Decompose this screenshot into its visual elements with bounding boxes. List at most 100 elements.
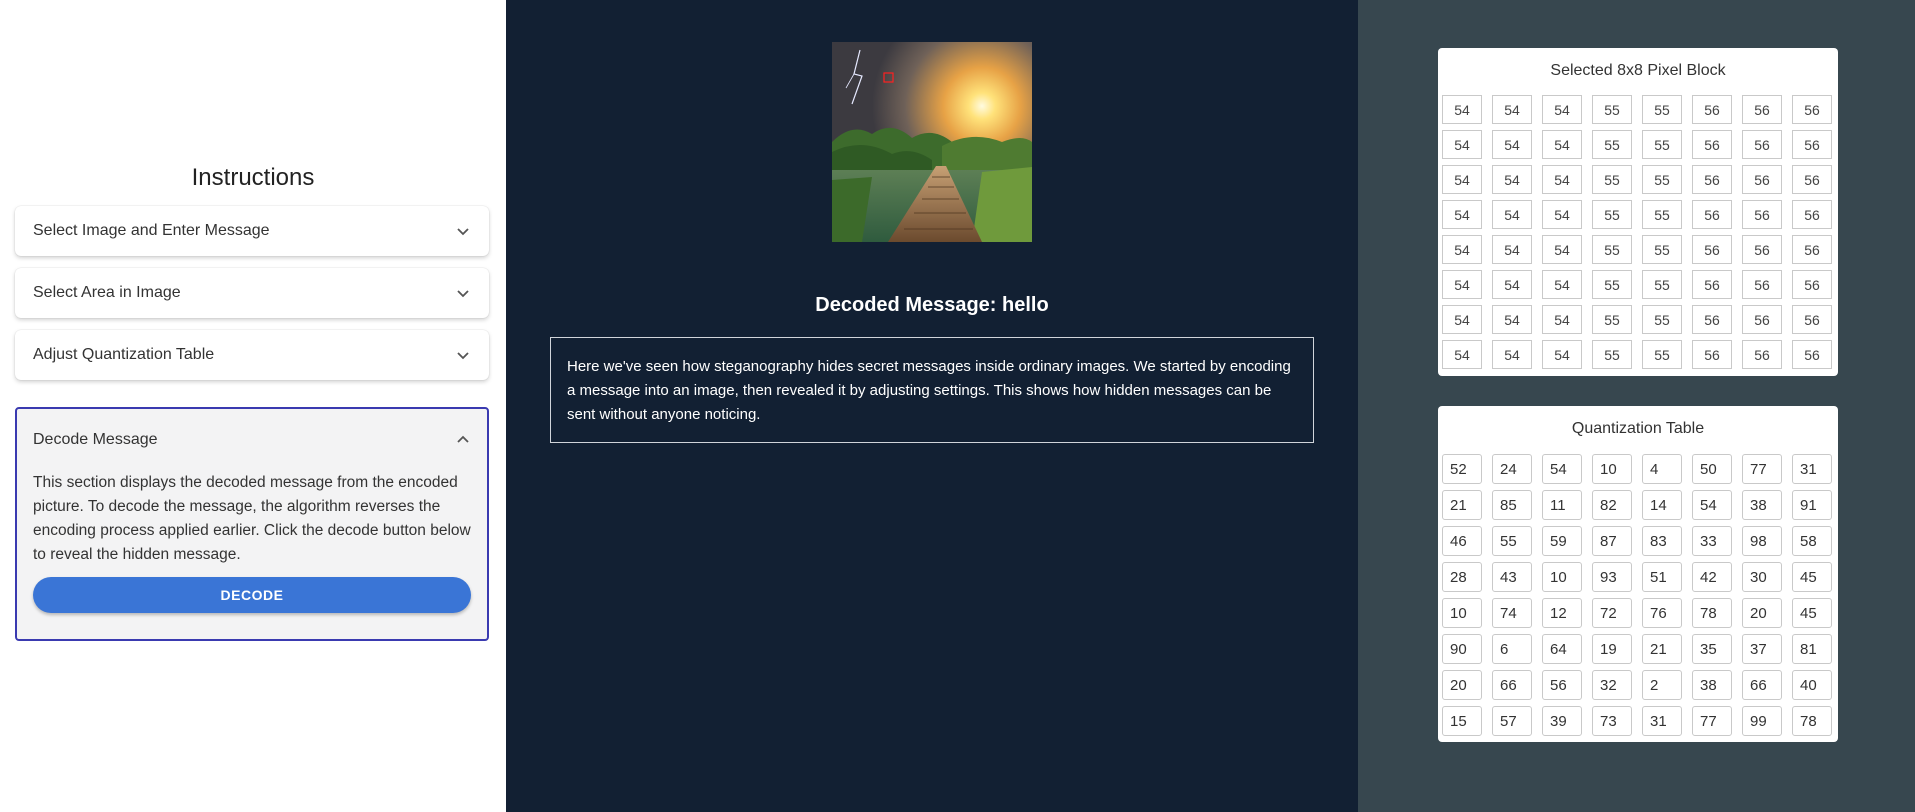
quant-input[interactable] xyxy=(1592,526,1632,556)
accordion-header-adjust-quantization[interactable]: Adjust Quantization Table xyxy=(15,330,489,380)
quant-input[interactable] xyxy=(1692,634,1732,664)
instructions-panel: Instructions Select Image and Enter Mess… xyxy=(0,0,506,812)
quant-input[interactable] xyxy=(1442,670,1482,700)
pixel-cell: 54 xyxy=(1492,270,1532,299)
quant-input[interactable] xyxy=(1742,562,1782,592)
chevron-up-icon xyxy=(455,432,471,448)
quant-input[interactable] xyxy=(1592,598,1632,628)
pixel-cell: 55 xyxy=(1592,270,1632,299)
quant-input[interactable] xyxy=(1592,490,1632,520)
quant-input[interactable] xyxy=(1442,562,1482,592)
quant-input[interactable] xyxy=(1742,670,1782,700)
quant-input[interactable] xyxy=(1642,598,1682,628)
encoded-image[interactable] xyxy=(832,42,1032,242)
quant-input[interactable] xyxy=(1742,454,1782,484)
quant-input[interactable] xyxy=(1792,562,1832,592)
quant-input[interactable] xyxy=(1742,634,1782,664)
chevron-down-icon xyxy=(455,223,471,239)
quant-input[interactable] xyxy=(1492,598,1532,628)
quant-input[interactable] xyxy=(1692,526,1732,556)
quant-input[interactable] xyxy=(1492,490,1532,520)
pixel-cell: 56 xyxy=(1792,270,1832,299)
quant-input[interactable] xyxy=(1792,490,1832,520)
quant-input[interactable] xyxy=(1692,490,1732,520)
pixel-cell: 56 xyxy=(1692,340,1732,369)
quant-input[interactable] xyxy=(1692,562,1732,592)
quant-input[interactable] xyxy=(1642,634,1682,664)
quant-input[interactable] xyxy=(1542,562,1582,592)
quant-input[interactable] xyxy=(1442,598,1482,628)
quant-input[interactable] xyxy=(1792,598,1832,628)
quant-input[interactable] xyxy=(1642,454,1682,484)
pixel-cell: 56 xyxy=(1792,200,1832,229)
accordion-header-decode-message[interactable]: Decode Message xyxy=(17,409,487,471)
decode-button[interactable]: DECODE xyxy=(33,577,471,613)
quant-input[interactable] xyxy=(1792,670,1832,700)
quant-input[interactable] xyxy=(1492,562,1532,592)
quant-input[interactable] xyxy=(1692,670,1732,700)
pixel-cell: 54 xyxy=(1542,130,1582,159)
quant-input[interactable] xyxy=(1792,706,1832,736)
quant-input[interactable] xyxy=(1592,634,1632,664)
quant-input[interactable] xyxy=(1442,526,1482,556)
pixel-cell: 54 xyxy=(1542,165,1582,194)
quant-input[interactable] xyxy=(1592,706,1632,736)
quant-input[interactable] xyxy=(1792,526,1832,556)
quant-input[interactable] xyxy=(1492,706,1532,736)
quant-input[interactable] xyxy=(1792,454,1832,484)
quant-input[interactable] xyxy=(1542,706,1582,736)
pixel-cell: 56 xyxy=(1742,130,1782,159)
quant-input[interactable] xyxy=(1542,526,1582,556)
quant-input[interactable] xyxy=(1442,490,1482,520)
quant-input[interactable] xyxy=(1742,526,1782,556)
quant-input[interactable] xyxy=(1742,598,1782,628)
quant-input[interactable] xyxy=(1542,454,1582,484)
pixel-cell: 56 xyxy=(1692,95,1732,124)
quant-input[interactable] xyxy=(1642,526,1682,556)
pixel-cell: 54 xyxy=(1492,200,1532,229)
quant-input[interactable] xyxy=(1642,490,1682,520)
quant-input[interactable] xyxy=(1442,454,1482,484)
pixel-cell: 56 xyxy=(1792,130,1832,159)
pixel-block-title: Selected 8x8 Pixel Block xyxy=(1550,62,1726,79)
quant-input[interactable] xyxy=(1592,454,1632,484)
quant-input[interactable] xyxy=(1492,634,1532,664)
quant-input[interactable] xyxy=(1492,526,1532,556)
quant-input[interactable] xyxy=(1642,562,1682,592)
quantization-title: Quantization Table xyxy=(1571,420,1705,437)
quant-input[interactable] xyxy=(1492,454,1532,484)
pixel-cell: 56 xyxy=(1742,305,1782,334)
quant-input[interactable] xyxy=(1642,670,1682,700)
pixel-cell: 54 xyxy=(1492,95,1532,124)
pixel-cell: 55 xyxy=(1592,235,1632,264)
pixel-cell: 55 xyxy=(1592,305,1632,334)
pixel-cell: 55 xyxy=(1642,130,1682,159)
pixel-cell: 56 xyxy=(1692,200,1732,229)
quant-input[interactable] xyxy=(1492,670,1532,700)
quant-input[interactable] xyxy=(1692,454,1732,484)
pixel-cell: 54 xyxy=(1442,235,1482,264)
quant-input[interactable] xyxy=(1792,634,1832,664)
pixel-cell: 54 xyxy=(1542,305,1582,334)
quant-input[interactable] xyxy=(1542,634,1582,664)
quant-input[interactable] xyxy=(1642,706,1682,736)
quant-input[interactable] xyxy=(1742,490,1782,520)
pixel-cell: 54 xyxy=(1442,130,1482,159)
quant-input[interactable] xyxy=(1742,706,1782,736)
landscape-image[interactable] xyxy=(832,42,1032,242)
accordion-title: Select Area in Image xyxy=(33,284,181,301)
quant-input[interactable] xyxy=(1542,598,1582,628)
pixel-cell: 54 xyxy=(1542,95,1582,124)
accordion-header-select-image[interactable]: Select Image and Enter Message xyxy=(15,206,489,256)
quant-input[interactable] xyxy=(1542,490,1582,520)
quant-input[interactable] xyxy=(1692,598,1732,628)
quant-input[interactable] xyxy=(1442,634,1482,664)
quant-input[interactable] xyxy=(1592,562,1632,592)
quant-input[interactable] xyxy=(1542,670,1582,700)
quant-input[interactable] xyxy=(1692,706,1732,736)
pixel-cell: 54 xyxy=(1542,200,1582,229)
quant-input[interactable] xyxy=(1442,706,1482,736)
quantization-card: Quantization Table xyxy=(1438,406,1838,742)
accordion-header-select-area[interactable]: Select Area in Image xyxy=(15,268,489,318)
quant-input[interactable] xyxy=(1592,670,1632,700)
